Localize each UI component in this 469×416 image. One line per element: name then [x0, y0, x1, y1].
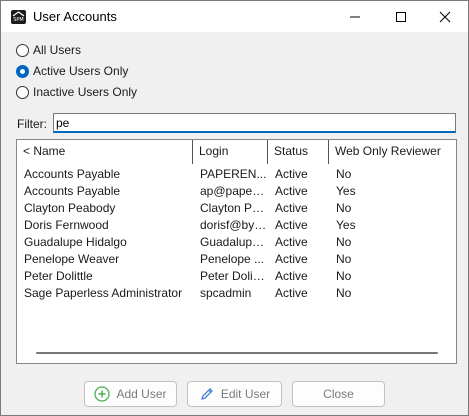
radio-button-selected[interactable] — [16, 64, 29, 78]
cell-web-only: Yes — [336, 218, 356, 232]
radio-button[interactable] — [16, 85, 29, 99]
table-row[interactable]: Guadalupe Hidalgo Guadalupe... Active No — [17, 234, 456, 251]
user-accounts-window: SPM User Accounts All Users Active Users… — [0, 0, 469, 416]
column-header-login[interactable]: Login — [193, 140, 268, 164]
add-user-label: Add User — [116, 387, 167, 401]
column-header-name[interactable]: < Name — [17, 140, 193, 164]
cell-name: Penelope Weaver — [24, 252, 120, 266]
cell-login: spcadmin — [200, 286, 252, 300]
minimize-icon — [350, 16, 360, 17]
cell-web-only: No — [336, 252, 352, 266]
radio-button[interactable] — [16, 43, 29, 57]
table-row[interactable]: Sage Paperless Administrator spcadmin Ac… — [17, 285, 456, 302]
cell-status: Active — [275, 269, 308, 283]
column-header-status[interactable]: Status — [268, 140, 329, 164]
cell-web-only: Yes — [336, 184, 356, 198]
close-label: Close — [323, 387, 354, 401]
edit-user-button[interactable]: Edit User — [187, 381, 282, 407]
cell-web-only: No — [336, 201, 352, 215]
cell-status: Active — [275, 218, 308, 232]
cell-web-only: No — [336, 286, 352, 300]
table-row[interactable]: Penelope Weaver Penelope ... Active No — [17, 251, 456, 268]
cell-login: Guadalupe... — [200, 235, 268, 249]
cell-login: Penelope ... — [200, 252, 265, 266]
window-title: User Accounts — [33, 9, 117, 24]
close-icon — [439, 11, 451, 22]
cell-status: Active — [275, 252, 308, 266]
add-user-button[interactable]: Add User — [84, 381, 177, 407]
list-header: < Name Login Status Web Only Reviewer — [17, 140, 456, 164]
maximize-button[interactable] — [378, 1, 424, 32]
app-logo-icon: SPM — [11, 10, 26, 24]
table-row[interactable]: Accounts Payable ap@paperl... Active Yes — [17, 183, 456, 200]
table-row[interactable]: Accounts Payable PAPEREN... Active No — [17, 166, 456, 183]
cell-status: Active — [275, 201, 308, 215]
cell-status: Active — [275, 184, 308, 198]
cell-name: Guadalupe Hidalgo — [24, 235, 127, 249]
radio-label: Active Users Only — [33, 64, 129, 78]
edit-user-label: Edit User — [220, 387, 271, 401]
title-bar[interactable]: SPM User Accounts — [1, 1, 468, 32]
table-row[interactable]: Clayton Peabody Clayton Pe... Active No — [17, 200, 456, 217]
cell-login: ap@paperl... — [200, 184, 268, 198]
cell-login: dorisf@byh... — [200, 218, 268, 232]
radio-label: Inactive Users Only — [33, 85, 138, 99]
cell-login: Peter Dolittle — [200, 269, 268, 283]
radio-all-users[interactable]: All Users — [16, 42, 81, 58]
table-row[interactable]: Doris Fernwood dorisf@byh... Active Yes — [17, 217, 456, 234]
table-row[interactable]: Peter Dolittle Peter Dolittle Active No — [17, 268, 456, 285]
horizontal-scrollbar[interactable] — [36, 352, 438, 354]
radio-active-users-only[interactable]: Active Users Only — [16, 63, 128, 79]
cell-status: Active — [275, 167, 308, 181]
cell-login: Clayton Pe... — [200, 201, 268, 215]
cell-web-only: No — [336, 269, 352, 283]
filter-label: Filter: — [17, 117, 47, 131]
maximize-icon — [396, 11, 406, 22]
cell-web-only: No — [336, 167, 352, 181]
cell-name: Doris Fernwood — [24, 218, 109, 232]
minimize-button[interactable] — [332, 1, 378, 32]
list-rows: Accounts Payable PAPEREN... Active No Ac… — [17, 166, 456, 302]
cell-name: Accounts Payable — [24, 184, 121, 198]
radio-inactive-users-only[interactable]: Inactive Users Only — [16, 84, 137, 100]
users-list[interactable]: < Name Login Status Web Only Reviewer Ac… — [16, 139, 457, 364]
cell-web-only: No — [336, 235, 352, 249]
close-button[interactable]: Close — [292, 381, 385, 407]
cell-status: Active — [275, 235, 308, 249]
pencil-icon — [199, 386, 215, 402]
cell-status: Active — [275, 286, 308, 300]
cell-name: Clayton Peabody — [24, 201, 116, 215]
cell-name: Accounts Payable — [24, 167, 121, 181]
cell-name: Peter Dolittle — [24, 269, 93, 283]
cell-name: Sage Paperless Administrator — [24, 286, 183, 300]
add-icon — [94, 386, 111, 402]
cell-login: PAPEREN... — [200, 167, 267, 181]
filter-input[interactable] — [53, 113, 456, 133]
radio-label: All Users — [33, 43, 82, 57]
close-window-button[interactable] — [422, 1, 468, 32]
column-header-web-only-reviewer[interactable]: Web Only Reviewer — [329, 140, 455, 164]
